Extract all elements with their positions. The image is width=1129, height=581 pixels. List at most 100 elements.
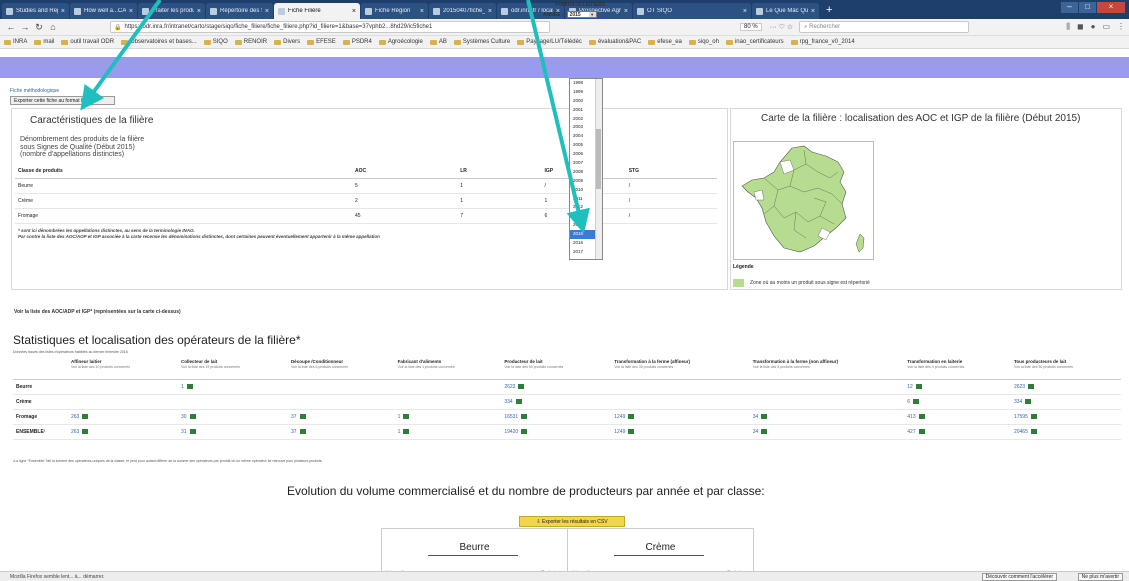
operator-count[interactable]: 1 bbox=[398, 429, 401, 435]
operator-count-cell[interactable]: 1 bbox=[394, 424, 502, 440]
bookmark[interactable]: AB bbox=[429, 39, 447, 45]
map-locate-icon[interactable] bbox=[628, 413, 635, 419]
operator-count-cell[interactable]: 1249 bbox=[611, 409, 750, 425]
close-tab-icon[interactable]: × bbox=[197, 8, 201, 15]
column-sublink[interactable]: Voir la liste des 50 produits concernés bbox=[504, 365, 608, 369]
close-tab-icon[interactable]: × bbox=[624, 8, 628, 15]
operator-count-cell[interactable]: 334 bbox=[1010, 394, 1121, 410]
year-select[interactable]: 2015 ▼ bbox=[566, 11, 597, 18]
close-window-icon[interactable]: × bbox=[1097, 2, 1125, 13]
map-locate-icon[interactable] bbox=[1025, 398, 1032, 404]
close-tab-icon[interactable]: × bbox=[488, 8, 492, 15]
browser-tab[interactable]: Studies and Repo× bbox=[2, 3, 69, 19]
browser-tab[interactable]: 20150407fiche_metad× bbox=[429, 3, 496, 19]
operator-count[interactable]: 37 bbox=[291, 414, 297, 420]
bookmark[interactable]: Systèmes Culture bbox=[453, 39, 510, 45]
map-locate-icon[interactable] bbox=[403, 413, 410, 419]
column-sublink[interactable]: Voir la liste des 6 produits concernés bbox=[291, 365, 392, 369]
operator-count[interactable]: 1 bbox=[181, 384, 184, 390]
column-sublink[interactable]: Voir la liste des 19 produits concernés bbox=[181, 365, 285, 369]
map-locate-icon[interactable] bbox=[918, 428, 925, 434]
close-tab-icon[interactable]: × bbox=[265, 8, 269, 15]
browser-tab[interactable]: Répertoire des SIQ× bbox=[206, 3, 273, 19]
map-locate-icon[interactable] bbox=[915, 383, 922, 389]
column-sublink[interactable]: Voir la liste des 10 produits concernés bbox=[71, 365, 175, 369]
menu-icon[interactable]: ⋮ bbox=[1117, 22, 1125, 32]
map-locate-icon[interactable] bbox=[761, 413, 768, 419]
map-locate-icon[interactable] bbox=[518, 383, 525, 389]
close-tab-icon[interactable]: × bbox=[61, 8, 65, 15]
operator-count[interactable]: 20465 bbox=[1014, 429, 1028, 435]
minimize-icon[interactable]: – bbox=[1061, 2, 1078, 13]
zoom-level[interactable]: 80 % bbox=[740, 23, 762, 31]
browser-tab-active[interactable]: Fiche Filière × bbox=[274, 3, 360, 19]
library-icon[interactable]: ⫼ bbox=[1066, 22, 1070, 32]
map-locate-icon[interactable] bbox=[628, 428, 635, 434]
reload-icon[interactable]: ↻ bbox=[32, 22, 46, 33]
column-sublink[interactable]: Voir la liste des 35 produits concernés bbox=[614, 365, 746, 369]
operator-count-cell[interactable]: 263 bbox=[68, 424, 178, 440]
operator-count-cell[interactable]: 37 bbox=[287, 424, 395, 440]
operator-count[interactable]: 263 bbox=[71, 414, 79, 420]
bookmark[interactable]: Observatoires et bases... bbox=[121, 39, 197, 45]
map-locate-icon[interactable] bbox=[82, 428, 89, 434]
operator-count-cell[interactable]: 34 bbox=[749, 409, 905, 425]
close-tab-icon[interactable]: × bbox=[811, 8, 815, 15]
operator-count[interactable]: 34 bbox=[753, 414, 759, 420]
operator-count-cell[interactable]: 427 bbox=[904, 424, 1011, 440]
operator-count-cell[interactable]: 413 bbox=[904, 409, 1011, 425]
operator-count-cell[interactable]: 263 bbox=[68, 409, 178, 425]
close-tab-icon[interactable]: × bbox=[420, 8, 424, 15]
column-sublink[interactable]: Voir la liste des 4 produits concernés bbox=[907, 365, 1008, 369]
adblock-icon[interactable]: ● bbox=[1091, 22, 1096, 32]
bookmark[interactable]: Paysage/LU/Télédéc bbox=[517, 39, 582, 45]
sidebar-icon[interactable]: ▭ bbox=[1102, 22, 1110, 32]
bookmark[interactable]: inao_certificateurs bbox=[725, 39, 784, 45]
bookmark[interactable]: évaluation&PAC bbox=[588, 39, 641, 45]
operator-count[interactable]: 16531 bbox=[504, 414, 518, 420]
map-locate-icon[interactable] bbox=[1028, 383, 1035, 389]
operator-count[interactable]: 30 bbox=[181, 414, 187, 420]
operator-count-cell[interactable]: 334 bbox=[501, 394, 612, 410]
column-sublink[interactable]: Voir la liste des 50 produits concernés bbox=[1014, 365, 1118, 369]
operator-count[interactable]: 1249 bbox=[614, 429, 625, 435]
back-icon[interactable]: ← bbox=[4, 22, 18, 32]
map-locate-icon[interactable] bbox=[515, 398, 522, 404]
year-dropdown-list[interactable]: 1998 1999 2000 2001 2002 2003 2004 2005 2006 2007… bbox=[569, 78, 603, 260]
url-bar[interactable]: 🔒 https://odr.inra.fr/intranet/carto/stag… bbox=[110, 21, 550, 33]
map-locate-icon[interactable] bbox=[189, 428, 196, 434]
operator-count-cell[interactable]: 20465 bbox=[1010, 424, 1121, 440]
home-icon[interactable]: ⌂ bbox=[46, 22, 60, 32]
dropdown-scrollbar[interactable] bbox=[595, 79, 602, 259]
map-locate-icon[interactable] bbox=[1030, 428, 1037, 434]
operator-count-cell[interactable]: 37 bbox=[287, 409, 395, 425]
operator-count[interactable]: 263 bbox=[71, 429, 79, 435]
operator-count[interactable]: 2623 bbox=[1014, 384, 1025, 390]
operator-count-cell[interactable]: 1 bbox=[394, 409, 502, 425]
new-tab-button[interactable]: + bbox=[820, 3, 838, 19]
operator-count-cell[interactable]: 17595 bbox=[1010, 409, 1121, 425]
close-tab-icon[interactable]: × bbox=[743, 8, 747, 15]
maximize-icon[interactable]: □ bbox=[1079, 2, 1096, 13]
map-locate-icon[interactable] bbox=[1030, 413, 1037, 419]
operator-count[interactable]: 1 bbox=[398, 414, 401, 420]
browser-tab[interactable]: OT SIQO × bbox=[633, 3, 751, 19]
column-sublink[interactable]: Voir la liste des 5 produits concernés bbox=[753, 365, 902, 369]
operator-count[interactable]: 413 bbox=[907, 414, 915, 420]
map-locate-icon[interactable] bbox=[82, 413, 89, 419]
close-tab-icon[interactable]: × bbox=[129, 8, 133, 15]
search-input[interactable]: ⌕ Rechercher bbox=[799, 21, 970, 33]
bookmark[interactable]: mail bbox=[34, 39, 54, 45]
map-locate-icon[interactable] bbox=[189, 413, 196, 419]
browser-tab[interactable]: Traiter les produits× bbox=[138, 3, 205, 19]
operator-count-cell[interactable]: 1249 bbox=[611, 424, 750, 440]
operator-count-cell[interactable]: 30 bbox=[177, 409, 288, 425]
bookmark[interactable]: rpg_france_v0_2014 bbox=[790, 39, 855, 45]
bookmark[interactable]: Agroécologie bbox=[378, 39, 423, 45]
map-locate-icon[interactable] bbox=[761, 428, 768, 434]
operator-count[interactable]: 19420 bbox=[504, 429, 518, 435]
map-locate-icon[interactable] bbox=[521, 428, 528, 434]
operator-count[interactable]: 334 bbox=[1014, 399, 1022, 405]
operator-count-cell[interactable]: 2623 bbox=[501, 379, 612, 395]
france-map[interactable] bbox=[733, 141, 874, 260]
